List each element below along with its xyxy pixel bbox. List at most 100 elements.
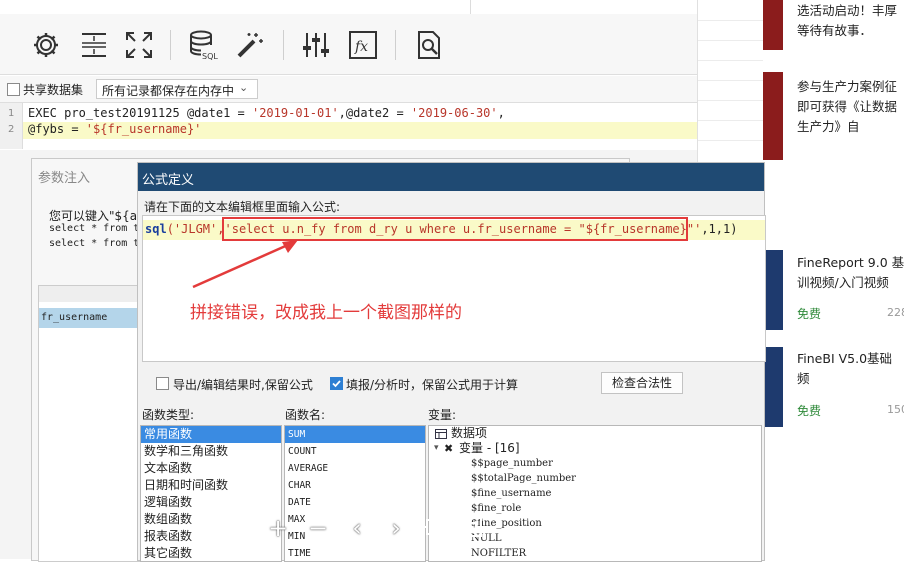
fullscreen-icon[interactable] — [124, 30, 154, 60]
category-item[interactable]: 其它函数 — [141, 545, 281, 561]
shared-dataset-label: 共享数据集 — [23, 83, 84, 97]
actual-size-icon[interactable] — [458, 514, 486, 546]
sql-line-1: EXEC pro_test20191125 @date1 = '2019-01-… — [28, 106, 505, 120]
formula-hint: 请在下面的文本编辑框里面输入公式: — [144, 200, 341, 214]
save-mode-select[interactable]: 所有记录都保存在内存中 ⌄ — [96, 79, 258, 99]
formula-dialog-title: 公式定义 — [142, 173, 195, 188]
function-item[interactable]: COUNT — [285, 443, 425, 460]
fx-icon[interactable]: fx — [348, 30, 378, 60]
category-item[interactable]: 常用函数 — [141, 426, 281, 443]
formula-arg: ,1,1) — [701, 222, 738, 236]
course-thumbnail[interactable] — [763, 347, 783, 427]
save-mode-value: 所有记录都保存在内存中 — [102, 84, 235, 98]
category-item[interactable]: 文本函数 — [141, 460, 281, 477]
news-title-line[interactable]: 选活动启动！丰厚 — [797, 0, 897, 21]
previous-button[interactable]: ‹ — [343, 512, 371, 544]
data-item-label: 数据项 — [451, 426, 488, 440]
svg-text:fx: fx — [354, 39, 368, 55]
function-column-label: 函数名: — [285, 408, 326, 422]
sql-editor[interactable]: 1 2 EXEC pro_test20191125 @date1 = '2019… — [0, 103, 697, 149]
category-item[interactable]: 数组函数 — [141, 511, 281, 528]
sql-database-icon[interactable]: SQL — [187, 30, 218, 61]
variable-item[interactable]: $fine_username — [429, 486, 761, 501]
category-item[interactable]: 日期和时间函数 — [141, 477, 281, 494]
variable-tree-node[interactable]: ▾ ✖ 变量 - [16] — [429, 441, 761, 456]
gear-icon[interactable] — [31, 30, 61, 60]
annotation-arrow-icon — [192, 240, 298, 289]
function-item[interactable]: AVERAGE — [285, 460, 425, 477]
variable-item[interactable]: $$totalPage_number — [429, 471, 761, 486]
toolbar-divider — [170, 30, 171, 60]
fit-to-screen-icon[interactable] — [420, 514, 448, 546]
function-item[interactable]: CHAR — [285, 477, 425, 494]
course-title-line[interactable]: FineReport 9.0 基 — [797, 252, 904, 273]
chevron-down-icon: ⌄ — [239, 81, 249, 94]
fill-keep-formula-label: 填报/分析时，保留公式用于计算 — [346, 378, 519, 392]
annotation-text: 拼接错误，改成我上一个截图那样的 — [190, 303, 462, 323]
toolbar-divider — [283, 30, 284, 60]
function-item[interactable]: DATE — [285, 494, 425, 511]
line-number: 1 — [8, 108, 15, 119]
news-panel: 选活动启动！丰厚 等待有故事． 参与生产力案例征 即可获得《让数据 生产力》自 … — [763, 0, 904, 559]
line-number: 2 — [8, 124, 15, 135]
category-item[interactable]: 数学和三角函数 — [141, 443, 281, 460]
variable-item[interactable]: $$page_number — [429, 456, 761, 471]
sql-text: , — [497, 106, 505, 120]
function-item[interactable]: SUM — [285, 426, 425, 443]
line-gutter: 1 2 — [0, 103, 23, 149]
category-column-label: 函数类型: — [142, 408, 195, 422]
toolbar: SQL fx — [0, 14, 697, 75]
export-keep-formula-checkbox[interactable] — [156, 377, 169, 390]
export-keep-formula-label: 导出/编辑结果时,保留公式 — [173, 378, 313, 392]
sql-text: ,@date2 = — [338, 106, 411, 120]
news-thumbnail[interactable] — [763, 72, 783, 160]
news-title-line[interactable]: 参与生产力案例征 — [797, 76, 897, 97]
course-title-line[interactable]: 训视频/入门视频 — [797, 272, 889, 293]
checkmark-icon — [332, 380, 341, 388]
shared-dataset-checkbox[interactable] — [7, 83, 20, 96]
magic-wand-icon[interactable] — [235, 30, 265, 60]
check-validity-button[interactable]: 检查合法性 — [601, 372, 683, 394]
formula-dialog: 公式定义 请在下面的文本编辑框里面输入公式: sql('JLGM','selec… — [137, 162, 766, 562]
category-item[interactable]: 报表函数 — [141, 528, 281, 545]
price-free-label: 免费 — [797, 404, 822, 418]
course-thumbnail[interactable] — [763, 250, 783, 330]
news-thumbnail[interactable] — [763, 0, 783, 50]
view-count: 150 — [887, 403, 904, 416]
course-title-line[interactable]: FineBI V5.0基础 — [797, 348, 892, 369]
zoom-out-button[interactable]: − — [304, 512, 332, 544]
sql-string: '2019-06-30' — [410, 106, 498, 120]
param-dialog-description: 您可以键入"${ab — [49, 209, 145, 223]
expand-arrow-icon: ▾ — [434, 443, 439, 453]
function-item[interactable]: TIME — [285, 545, 425, 561]
param-sql-example: select * from t — [49, 223, 140, 234]
variable-x-icon: ✖ — [444, 442, 454, 455]
table-icon — [435, 429, 447, 439]
price-free-label: 免费 — [797, 307, 822, 321]
param-row-name: fr_username — [41, 312, 108, 323]
sql-text: @fybs = — [28, 122, 86, 136]
top-panel — [0, 0, 471, 15]
row-height-icon[interactable] — [79, 30, 109, 60]
sql-string: '2019-01-01' — [251, 106, 339, 120]
formula-arg: ('JLGM' — [166, 222, 218, 236]
course-title-line[interactable]: 频 — [797, 368, 810, 389]
sql-line-2: @fybs = '${fr_username}' — [28, 122, 201, 136]
news-title-line[interactable]: 即可获得《让数据 — [797, 96, 897, 117]
news-title-line[interactable]: 等待有故事． — [797, 20, 872, 41]
next-button[interactable]: › — [382, 512, 410, 544]
category-item[interactable]: 逻辑函数 — [141, 494, 281, 511]
sql-icon-label: SQL — [202, 52, 218, 60]
view-count: 228 — [887, 306, 904, 319]
news-title-line[interactable]: 生产力》自 — [797, 116, 860, 137]
fill-keep-formula-checkbox[interactable] — [330, 377, 343, 390]
sql-string: '${fr_username}' — [85, 122, 202, 136]
formula-titlebar[interactable]: 公式定义 — [138, 163, 764, 191]
sliders-icon[interactable] — [301, 30, 331, 60]
search-preview-icon[interactable] — [414, 30, 444, 60]
param-dialog-title: 参数注入 — [38, 171, 91, 186]
zoom-in-button[interactable]: + — [264, 512, 292, 544]
variable-tree-node[interactable]: 数据项 — [429, 426, 761, 441]
variable-group-label: 变量 - [16] — [459, 441, 520, 455]
category-list[interactable]: 常用函数 数学和三角函数 文本函数 日期和时间函数 逻辑函数 数组函数 报表函数… — [140, 425, 282, 562]
